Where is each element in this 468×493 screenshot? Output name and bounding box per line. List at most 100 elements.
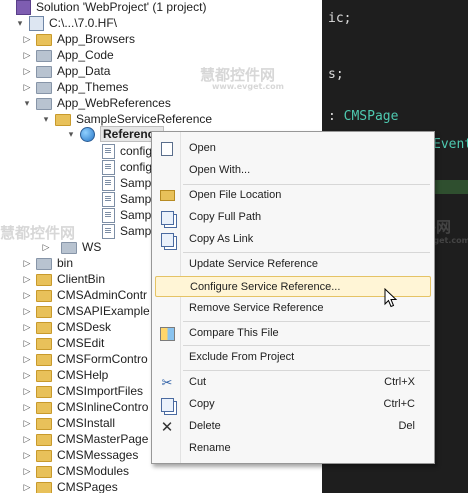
- tree-row-ws[interactable]: ▷ WS: [41, 239, 101, 255]
- tree-row-folder[interactable]: ▷ ClientBin: [22, 271, 105, 287]
- menu-item-delete[interactable]: ✕ Delete Del: [155, 416, 431, 437]
- tree-row-folder[interactable]: ▷ CMSInstall: [22, 415, 115, 431]
- file-icon: [102, 143, 115, 159]
- file-icon: [102, 191, 115, 207]
- tree-row-folder[interactable]: ▷ CMSMessages: [22, 447, 138, 463]
- tree-row-project[interactable]: ▾ C:\...\7.0.HF\: [15, 15, 117, 31]
- tree-row-file[interactable]: Samp: [102, 207, 151, 223]
- tree-item-label: config: [120, 144, 153, 158]
- folder-icon: [36, 466, 52, 478]
- menu-item-open-with[interactable]: Open With...: [155, 160, 431, 181]
- folder-icon: [36, 450, 52, 462]
- menu-item-label: Remove Service Reference: [189, 302, 324, 314]
- folder-icon: [36, 482, 52, 493]
- folder-icon: [36, 370, 52, 382]
- chevron-right-icon[interactable]: ▷: [22, 290, 32, 300]
- special-folder-icon: [36, 82, 52, 94]
- tree-item-label: App_Code: [57, 48, 114, 62]
- tree-row-app-webreferences[interactable]: ▾ App_WebReferences: [22, 95, 171, 111]
- menu-item-exclude-from-project[interactable]: Exclude From Project: [155, 347, 431, 368]
- tree-row-folder[interactable]: ▷ CMSAPIExample: [22, 303, 150, 319]
- chevron-right-icon[interactable]: ▷: [22, 338, 32, 348]
- chevron-right-icon[interactable]: ▷: [22, 50, 32, 60]
- tree-row-folder[interactable]: ▷ CMSModules: [22, 463, 129, 479]
- tree-row-folder[interactable]: ▷ CMSDesk: [22, 319, 111, 335]
- chevron-right-icon[interactable]: ▷: [22, 418, 32, 428]
- chevron-down-icon[interactable]: ▾: [15, 18, 25, 28]
- chevron-right-icon[interactable]: ▷: [22, 386, 32, 396]
- chevron-right-icon[interactable]: ▷: [22, 258, 32, 268]
- tree-row-app-browsers[interactable]: ▷ App_Browsers: [22, 31, 135, 47]
- tree-row-folder[interactable]: ▷ CMSAdminContr: [22, 287, 147, 303]
- chevron-down-icon[interactable]: ▾: [41, 114, 51, 124]
- menu-item-label: Cut: [189, 376, 207, 388]
- tree-row-folder[interactable]: ▷ CMSInlineContro: [22, 399, 148, 415]
- chevron-right-icon[interactable]: ▷: [22, 274, 32, 284]
- menu-item-copy-as-link[interactable]: Copy As Link: [155, 229, 431, 250]
- folder-icon: [36, 434, 52, 446]
- copy-link-icon: [160, 232, 174, 247]
- chevron-right-icon[interactable]: ▷: [22, 466, 32, 476]
- tree-row-solution[interactable]: Solution 'WebProject' (1 project): [2, 0, 206, 15]
- chevron-right-icon[interactable]: ▷: [41, 242, 51, 252]
- tree-row-app-code[interactable]: ▷ App_Code: [22, 47, 114, 63]
- tree-row-folder[interactable]: ▷ CMSPages: [22, 479, 118, 493]
- menu-item-copy[interactable]: Copy Ctrl+C: [155, 394, 431, 415]
- chevron-down-icon[interactable]: ▾: [22, 98, 32, 108]
- tree-row-file[interactable]: config: [102, 159, 152, 175]
- chevron-right-icon[interactable]: ▷: [22, 82, 32, 92]
- menu-separator: [183, 345, 430, 346]
- tree-item-label: Samp: [120, 208, 152, 222]
- tree-row-app-data[interactable]: ▷ App_Data: [22, 63, 110, 79]
- tree-row-sampleservicereference[interactable]: ▾ SampleServiceReference: [41, 111, 212, 127]
- tree-item-label: SampleServiceReference: [76, 112, 213, 126]
- tree-row-folder[interactable]: ▷ CMSFormContro: [22, 351, 148, 367]
- tree-item-label: CMSPages: [57, 480, 118, 493]
- tree-row-file[interactable]: Samp: [102, 191, 151, 207]
- chevron-right-icon[interactable]: ▷: [22, 354, 32, 364]
- tree-row-file[interactable]: config: [102, 143, 152, 159]
- tree-row-file[interactable]: Samp: [102, 175, 151, 191]
- code-line: ic;: [328, 11, 352, 26]
- folder-icon: [36, 402, 52, 414]
- menu-item-label: Copy As Link: [189, 233, 254, 245]
- menu-item-shortcut: Ctrl+C: [383, 398, 415, 410]
- tree-item-label: CMSImportFiles: [57, 384, 144, 398]
- chevron-right-icon[interactable]: ▷: [22, 306, 32, 316]
- chevron-right-icon[interactable]: ▷: [22, 370, 32, 380]
- chevron-right-icon[interactable]: ▷: [22, 402, 32, 412]
- tree-item-label: CMSFormContro: [57, 352, 148, 366]
- chevron-right-icon[interactable]: ▷: [22, 322, 32, 332]
- chevron-right-icon[interactable]: ▷: [22, 434, 32, 444]
- menu-item-open[interactable]: Open: [155, 138, 431, 159]
- tree-item-label: Solution 'WebProject' (1 project): [36, 0, 207, 14]
- tree-expand-arrow[interactable]: [2, 2, 12, 12]
- tree-row-reference[interactable]: ▾ Reference: [66, 126, 165, 142]
- menu-item-cut[interactable]: ✂ Cut Ctrl+X: [155, 372, 431, 393]
- chevron-right-icon[interactable]: ▷: [22, 34, 32, 44]
- tree-row-folder[interactable]: ▷ CMSEdit: [22, 335, 104, 351]
- chevron-right-icon[interactable]: ▷: [22, 66, 32, 76]
- tree-item-label: Samp: [120, 224, 152, 238]
- menu-item-copy-full-path[interactable]: Copy Full Path: [155, 207, 431, 228]
- menu-item-compare-this-file[interactable]: Compare This File: [155, 323, 431, 344]
- tree-row-bin[interactable]: ▷ bin: [22, 255, 73, 271]
- menu-separator: [183, 370, 430, 371]
- folder-icon: [61, 242, 77, 254]
- tree-row-folder[interactable]: ▷ CMSHelp: [22, 367, 108, 383]
- tree-row-folder[interactable]: ▷ CMSImportFiles: [22, 383, 143, 399]
- mouse-cursor-icon: [384, 288, 398, 308]
- chevron-right-icon[interactable]: ▷: [22, 482, 32, 492]
- tree-row-folder[interactable]: ▷ CMSMasterPage: [22, 431, 148, 447]
- menu-item-label: Delete: [189, 420, 221, 432]
- tree-row-app-themes[interactable]: ▷ App_Themes: [22, 79, 128, 95]
- menu-item-rename[interactable]: Rename: [155, 438, 431, 459]
- menu-item-update-service-reference[interactable]: Update Service Reference: [155, 254, 431, 275]
- menu-item-label: Compare This File: [189, 327, 279, 339]
- chevron-down-icon[interactable]: ▾: [66, 129, 76, 139]
- menu-item-open-file-location[interactable]: Open File Location: [155, 185, 431, 206]
- chevron-right-icon[interactable]: ▷: [22, 450, 32, 460]
- tree-item-label: CMSMasterPage: [57, 432, 149, 446]
- folder-icon: [36, 274, 52, 286]
- tree-row-file[interactable]: Samp: [102, 223, 151, 239]
